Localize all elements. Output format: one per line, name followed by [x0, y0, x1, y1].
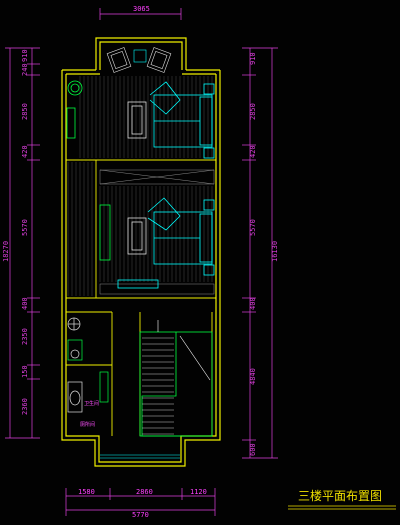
left-dim-4: 5570 — [21, 219, 29, 236]
left-total: 18270 — [2, 241, 10, 262]
right-total: 16130 — [271, 241, 279, 262]
title-underline — [288, 505, 396, 510]
floor-hatch — [67, 76, 213, 296]
left-dim-5: 400 — [21, 297, 29, 310]
bedroom-2-furniture — [99, 197, 215, 289]
top-dim-label: 3065 — [133, 5, 150, 13]
bottom-total: 5770 — [132, 511, 149, 519]
drawing-title: 三楼平面布置图 — [298, 488, 382, 503]
bottom-dim-1: 2860 — [136, 488, 153, 496]
bottom-dim-2: 1120 — [190, 488, 207, 496]
cad-floor-plan: 3065 910 240 2850 420 5570 400 2350 150 … — [0, 0, 400, 525]
floor-plan-svg: 3065 910 240 2850 420 5570 400 2350 150 … — [2, 5, 396, 519]
left-dim-2: 2850 — [21, 103, 29, 120]
right-dim-3: 5570 — [249, 219, 257, 236]
staircase — [139, 331, 213, 437]
bottom-balcony — [100, 454, 180, 459]
room-label-toilet: 厕所间 — [80, 421, 95, 428]
room-label-washroom: 卫生间 — [84, 400, 99, 407]
corridor-band — [99, 169, 215, 295]
right-dim-2: 420 — [249, 145, 257, 158]
left-dim-6: 2350 — [21, 328, 29, 345]
left-dim-8: 2360 — [21, 398, 29, 415]
left-dim-7: 150 — [21, 365, 29, 378]
right-dim-6: 600 — [249, 443, 257, 456]
balcony-chairs — [106, 47, 172, 73]
right-dim-4: 400 — [249, 297, 257, 310]
right-dim-5: 4840 — [249, 368, 257, 385]
interior-walls — [66, 159, 216, 436]
left-dim-0: 910 — [21, 49, 29, 62]
left-dim-3: 420 — [21, 145, 29, 158]
left-dim-1: 240 — [21, 63, 29, 76]
stair-treads — [142, 337, 174, 435]
right-dim-0: 910 — [249, 52, 257, 65]
right-dim-1: 2850 — [249, 103, 257, 120]
bottom-dim-0: 1580 — [78, 488, 95, 496]
